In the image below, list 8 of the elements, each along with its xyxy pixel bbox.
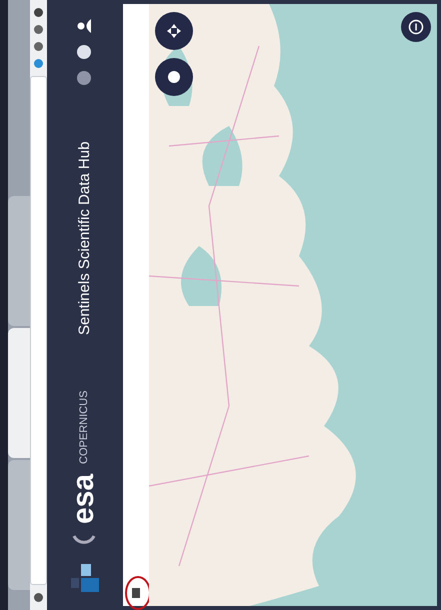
move-icon <box>165 22 183 40</box>
zoom-out-icon <box>408 19 424 35</box>
address-field[interactable] <box>30 76 48 585</box>
location-icon <box>167 70 181 84</box>
page-title: Sentinels Scientific Data Hub <box>76 140 93 338</box>
zoom-out-button[interactable] <box>401 12 431 42</box>
program-name: COPERNICUS <box>78 390 90 464</box>
logo-text: esa <box>67 474 102 524</box>
